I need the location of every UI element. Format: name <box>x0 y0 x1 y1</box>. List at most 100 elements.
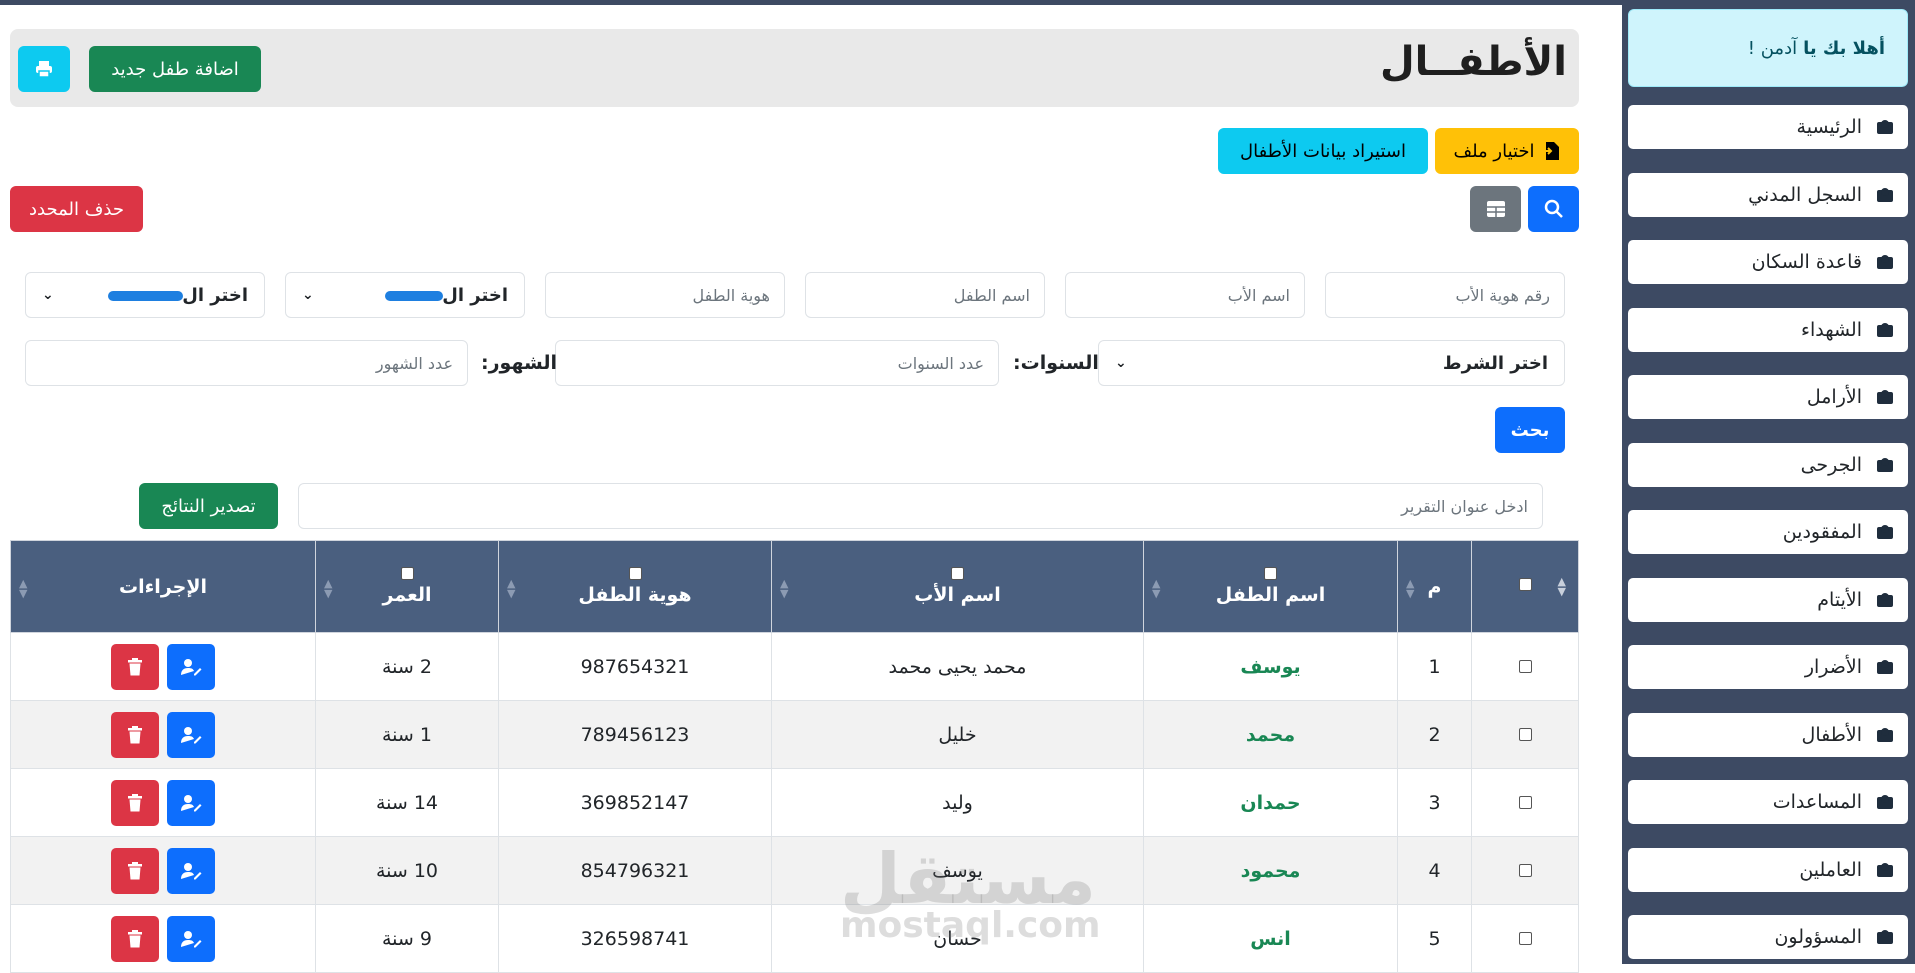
child-name-cell[interactable]: انس <box>1143 904 1398 973</box>
user-edit-icon <box>181 930 202 947</box>
actions-cell <box>10 700 316 769</box>
row-checkbox[interactable] <box>1518 727 1532 741</box>
choose-file-button[interactable]: اختيار ملف <box>1435 128 1579 174</box>
sidebar-item[interactable]: قاعدة السكان <box>1628 240 1908 284</box>
user-edit-icon <box>181 658 202 675</box>
person-question-icon <box>1872 522 1898 542</box>
add-child-button[interactable]: اضافة طفل جديد <box>89 46 261 92</box>
redaction-mark <box>385 291 443 301</box>
sidebar-item[interactable]: المساعدات <box>1628 780 1908 824</box>
page-header: الأطفــال اضافة طفل جديد <box>10 29 1579 107</box>
age-header[interactable]: العمر ▲ ▼ <box>315 540 499 633</box>
actions-cell <box>10 768 316 837</box>
select-all-header[interactable]: ▲ ▼ <box>1471 540 1579 633</box>
age-cell: 14 سنة <box>315 768 499 837</box>
actions-cell <box>10 632 316 701</box>
child-name-cell[interactable]: محمد <box>1143 700 1398 769</box>
edit-button[interactable] <box>167 711 215 758</box>
delete-button[interactable] <box>111 915 159 962</box>
age-cell: 10 سنة <box>315 836 499 905</box>
column-checkbox[interactable] <box>400 567 414 580</box>
sidebar-item[interactable]: الأيتام <box>1628 577 1908 622</box>
sort-icon[interactable]: ▲ ▼ <box>1406 578 1414 599</box>
search-button[interactable]: بحث <box>1495 407 1565 453</box>
column-checkbox[interactable] <box>951 567 964 580</box>
sort-icon[interactable]: ▲ ▼ <box>1152 578 1160 599</box>
sidebar-item[interactable]: الرئيسية <box>1628 105 1908 149</box>
years-input[interactable] <box>555 340 999 386</box>
sidebar-item[interactable]: العاملين <box>1628 847 1908 892</box>
row-checkbox[interactable] <box>1518 863 1532 877</box>
child-id-header[interactable]: هوية الطفل ▲ ▼ <box>498 540 772 633</box>
column-checkbox[interactable] <box>1264 567 1277 580</box>
export-results-button[interactable]: تصدير النتائج <box>139 483 278 529</box>
child-id-cell: 854796321 <box>498 836 772 905</box>
months-input[interactable] <box>25 340 468 386</box>
delete-button[interactable] <box>111 643 159 690</box>
sidebar-item-label: الأيتام <box>1817 588 1862 611</box>
index-header[interactable]: م ▲ ▼ <box>1397 540 1472 633</box>
actions-cell <box>10 904 316 973</box>
child-name-cell[interactable]: محمود <box>1143 836 1398 905</box>
actions-header[interactable]: الإجراءات ▲ ▼ <box>10 540 316 633</box>
father-name-header[interactable]: اسم الأب ▲ ▼ <box>771 540 1144 633</box>
delete-button[interactable] <box>111 711 159 758</box>
column-checkbox[interactable] <box>628 567 642 580</box>
sidebar-item[interactable]: الأضرار <box>1628 645 1908 689</box>
sort-icon[interactable]: ▲ ▼ <box>507 578 515 599</box>
father-name-cell: خليل <box>771 700 1144 769</box>
row-index: 1 <box>1397 632 1472 701</box>
search-toggle-button[interactable] <box>1528 186 1579 232</box>
delete-button[interactable] <box>111 847 159 894</box>
sort-icon[interactable]: ▲ ▼ <box>1558 576 1566 597</box>
sidebar-item-label: الشهداء <box>1801 318 1862 341</box>
edit-button[interactable] <box>167 847 215 894</box>
sidebar-item[interactable]: الأطفال <box>1628 712 1908 757</box>
search-icon <box>1544 199 1563 218</box>
welcome-alert: أهلا بك يا آدمن ! <box>1628 9 1908 87</box>
child-name-cell[interactable]: حمدان <box>1143 768 1398 837</box>
edit-button[interactable] <box>167 643 215 690</box>
select-all-checkbox[interactable] <box>1518 578 1532 591</box>
child-name-cell[interactable]: يوسف <box>1143 632 1398 701</box>
sidebar-item-label: المفقودين <box>1782 521 1862 543</box>
father-name-cell: محمد يحيى محمد <box>771 632 1144 701</box>
row-checkbox[interactable] <box>1518 931 1532 945</box>
child-name-header[interactable]: اسم الطفل ▲ ▼ <box>1143 540 1398 633</box>
father-name-input[interactable] <box>1065 272 1305 318</box>
sort-icon[interactable]: ▲ ▼ <box>324 578 332 599</box>
edit-button[interactable] <box>167 915 215 962</box>
edit-button[interactable] <box>167 779 215 826</box>
child-id-cell: 789456123 <box>498 700 772 769</box>
child-id-cell: 369852147 <box>498 768 772 837</box>
import-children-button[interactable]: استيراد بيانات الأطفال <box>1218 128 1428 174</box>
print-button[interactable] <box>18 46 70 92</box>
report-title-input[interactable] <box>298 483 1543 529</box>
welcome-prefix: أهلا بك يا <box>1803 37 1885 59</box>
sort-icon[interactable]: ▲ ▼ <box>19 578 27 599</box>
trash-icon <box>128 657 142 675</box>
id-card-icon <box>1872 185 1898 205</box>
filter-select-2-label: اختر ال <box>442 284 508 306</box>
sidebar-item[interactable]: المفقودين <box>1628 510 1908 554</box>
table-view-button[interactable] <box>1470 186 1521 232</box>
age-cell: 9 سنة <box>315 904 499 973</box>
sort-icon[interactable]: ▲ ▼ <box>780 578 788 599</box>
row-checkbox[interactable] <box>1518 795 1532 809</box>
condition-select[interactable]: اختر الشرط ⌄ <box>1098 340 1565 386</box>
sidebar-item[interactable]: الشهداء <box>1628 307 1908 352</box>
sidebar-item[interactable]: المسؤولون <box>1628 915 1908 959</box>
sidebar-item-label: الأضرار <box>1804 656 1862 678</box>
delete-selected-button[interactable]: حذف المحدد <box>10 186 143 232</box>
father-id-input[interactable] <box>1325 272 1565 318</box>
chevron-down-icon: ⌄ <box>1115 355 1127 371</box>
child-name-input[interactable] <box>805 272 1045 318</box>
child-id-input[interactable] <box>545 272 785 318</box>
sidebar-item[interactable]: الجرحى <box>1628 442 1908 487</box>
delete-button[interactable] <box>111 779 159 826</box>
sidebar-item[interactable]: الأرامل <box>1628 375 1908 419</box>
row-checkbox[interactable] <box>1518 659 1532 673</box>
sidebar-item[interactable]: السجل المدني <box>1628 172 1908 217</box>
person-injured-icon <box>1872 455 1898 475</box>
user-tie-icon <box>1872 860 1898 880</box>
